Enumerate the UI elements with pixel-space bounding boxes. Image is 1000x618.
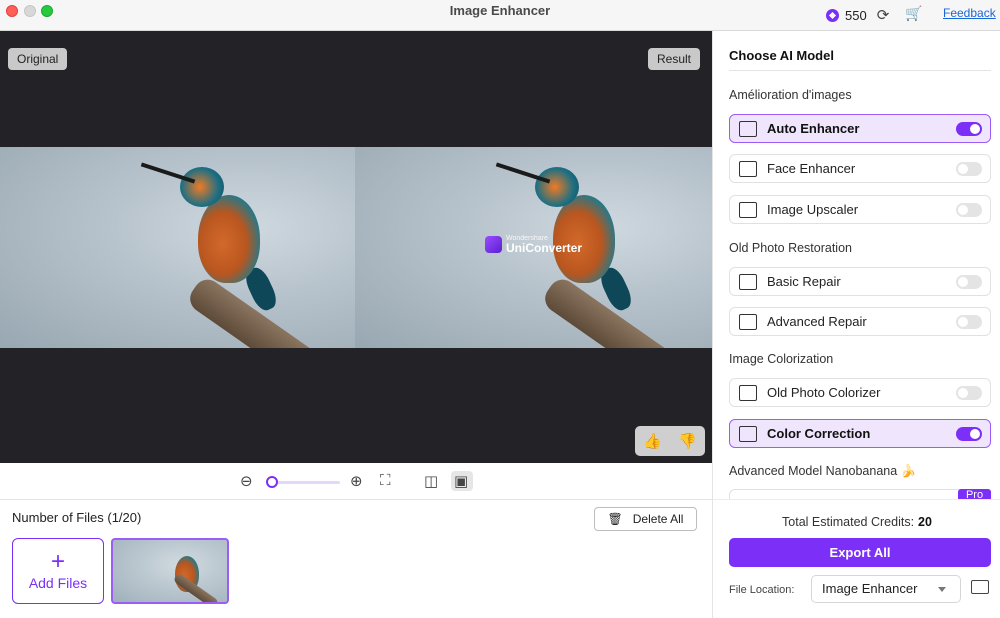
credits-value: 20 <box>918 515 932 529</box>
model-label: Image Upscaler <box>767 202 859 217</box>
model-label: Color Correction <box>767 426 871 441</box>
refresh-icon[interactable]: ⟳ <box>877 6 890 24</box>
bird-body-shape <box>198 195 260 283</box>
zoom-slider-handle[interactable] <box>266 476 278 488</box>
export-section: Total Estimated Credits: 20 Export All Fi… <box>713 499 1000 618</box>
export-all-button[interactable]: Export All <box>729 538 991 567</box>
side-by-side-icon[interactable]: ▣ <box>454 472 468 490</box>
file-location-value: Image Enhancer <box>822 581 918 596</box>
color-correction-toggle[interactable] <box>956 426 982 441</box>
plus-icon: + <box>50 548 65 575</box>
old-photo-colorizer-toggle[interactable] <box>956 385 982 400</box>
result-image: Wondershare UniConverter <box>355 147 712 348</box>
watermark-product: UniConverter <box>506 241 583 255</box>
add-files-button[interactable]: + Add Files <box>12 538 104 604</box>
divider <box>729 70 991 71</box>
model-old-photo-colorizer[interactable]: Old Photo Colorizer <box>729 378 991 407</box>
zoom-out-icon[interactable]: ⊖ <box>240 472 253 490</box>
face-icon <box>739 160 757 177</box>
zoom-slider-track[interactable] <box>268 481 340 484</box>
trash-icon: 🗑 <box>607 512 623 526</box>
advanced-repair-toggle[interactable] <box>956 314 982 329</box>
basic-repair-toggle[interactable] <box>956 274 982 289</box>
zoom-toolbar: ⊖ ⊕ ⛶ ◫ ▣ <box>0 463 712 500</box>
rating-box: 👍 👎 <box>635 426 705 456</box>
model-face-enhancer[interactable]: Face Enhancer <box>729 154 991 183</box>
model-basic-repair[interactable]: Basic Repair <box>729 267 991 296</box>
credit-gem-icon <box>826 8 839 22</box>
original-label[interactable]: Original <box>8 48 68 70</box>
delete-all-button[interactable]: 🗑 Delete All <box>594 507 697 531</box>
file-thumbnail[interactable] <box>111 538 229 604</box>
chevron-down-icon <box>938 587 946 592</box>
add-files-label: Add Files <box>28 575 88 591</box>
credits-display[interactable]: 550 ⟳ <box>826 6 889 24</box>
preview-area: Original Result Wondershare UniConverter… <box>0 31 712 463</box>
model-auto-enhancer[interactable]: Auto Enhancer <box>729 114 991 143</box>
model-color-correction[interactable]: Color Correction <box>729 419 991 448</box>
estimated-credits: Total Estimated Credits: 20 <box>713 515 1000 529</box>
uniconverter-logo-icon <box>485 236 502 253</box>
panel-title: Choose AI Model <box>729 48 834 63</box>
auto-enhance-icon <box>739 120 757 137</box>
thumbs-down-icon[interactable]: 👎 <box>678 432 697 450</box>
section-advanced: Advanced Model Nanobanana 🍌 <box>729 464 917 478</box>
file-location-label: File Location: <box>729 584 795 596</box>
files-count: Number of Files (1/20) <box>12 510 142 525</box>
upscale-icon <box>739 201 757 218</box>
feedback-link[interactable]: Feedback <box>943 6 996 20</box>
uniconverter-watermark: Wondershare UniConverter <box>485 235 582 254</box>
credits-count: 550 <box>845 7 867 23</box>
cart-icon[interactable]: 🛒 <box>905 5 922 22</box>
auto-enhancer-toggle[interactable] <box>956 121 982 136</box>
model-label: Old Photo Colorizer <box>767 385 881 400</box>
bird-head-shape <box>535 167 579 207</box>
section-enhancement: Amélioration d'images <box>729 88 852 102</box>
folder-icon[interactable] <box>971 580 989 594</box>
file-location-select[interactable]: Image Enhancer <box>811 575 961 603</box>
model-label: Advanced Repair <box>767 314 867 329</box>
section-colorization: Image Colorization <box>729 352 834 366</box>
original-image <box>0 147 355 348</box>
result-label[interactable]: Result <box>647 48 700 70</box>
title-bar: Image Enhancer 550 ⟳ 🛒 Feedback <box>0 0 1000 31</box>
model-advanced-repair[interactable]: Advanced Repair <box>729 307 991 336</box>
section-old-photo: Old Photo Restoration <box>729 241 852 255</box>
zoom-in-icon[interactable]: ⊕ <box>350 472 363 490</box>
model-image-upscaler[interactable]: Image Upscaler <box>729 195 991 224</box>
advanced-repair-icon <box>739 313 757 330</box>
repair-icon <box>739 273 757 290</box>
image-upscaler-toggle[interactable] <box>956 202 982 217</box>
bird-head-shape <box>180 167 224 207</box>
colorizer-icon <box>739 384 757 401</box>
split-view-icon[interactable]: ◫ <box>424 472 438 490</box>
credits-label: Total Estimated Credits: <box>782 515 915 529</box>
model-nanobanana[interactable] <box>729 489 991 499</box>
model-label: Auto Enhancer <box>767 121 860 136</box>
model-label: Face Enhancer <box>767 161 856 176</box>
ai-model-panel: Choose AI Model Amélioration d'images Au… <box>712 31 1000 618</box>
delete-all-label: Delete All <box>632 512 684 526</box>
model-label: Basic Repair <box>767 274 841 289</box>
thumbs-up-icon[interactable]: 👍 <box>643 432 662 450</box>
fullscreen-icon[interactable]: ⛶ <box>380 472 391 489</box>
face-enhancer-toggle[interactable] <box>956 161 982 176</box>
watermark-brand: Wondershare <box>506 235 548 242</box>
color-correction-icon <box>739 425 757 442</box>
